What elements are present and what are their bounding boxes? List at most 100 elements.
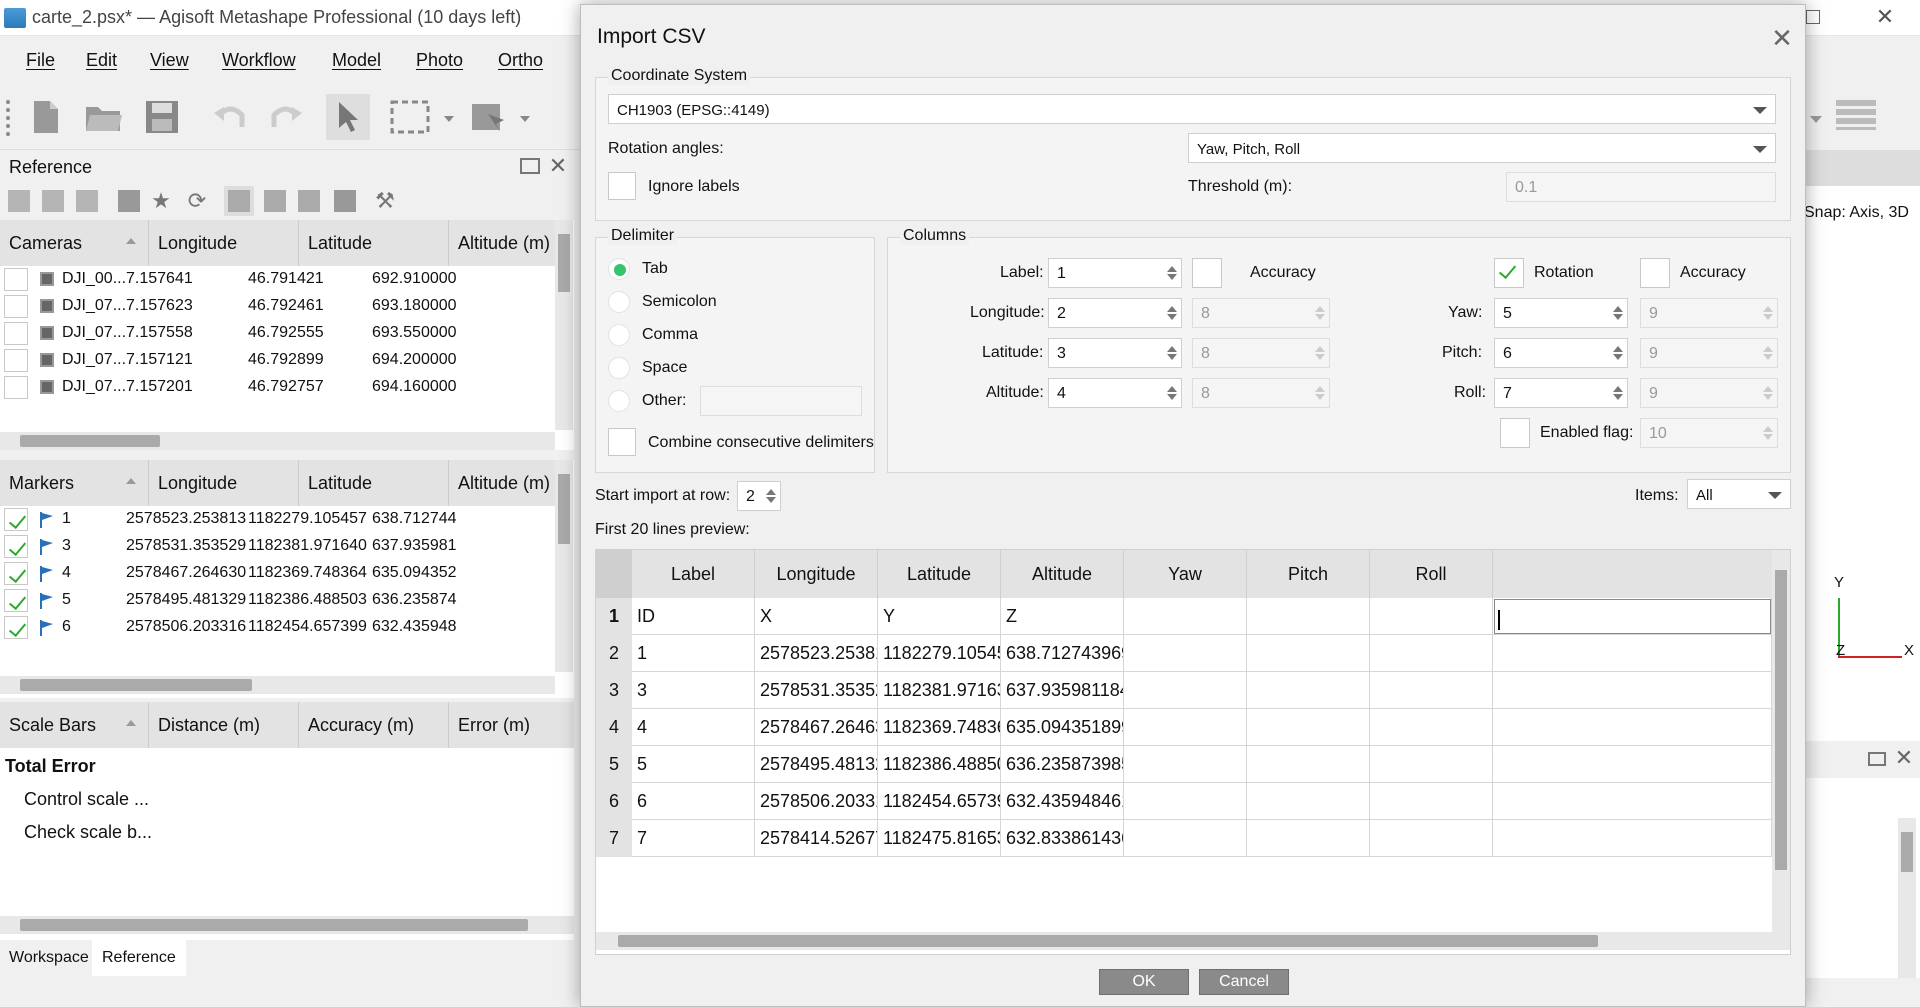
- start-row-spinbox[interactable]: 2: [737, 481, 781, 511]
- rotation-checkbox[interactable]: [1494, 258, 1524, 288]
- check-scale-item[interactable]: Check scale b...: [24, 822, 152, 843]
- sort-ascending-icon[interactable]: [126, 720, 136, 726]
- camera-enable-checkbox[interactable]: [4, 376, 28, 399]
- preview-row-number[interactable]: 6: [596, 783, 632, 820]
- save-icon[interactable]: [140, 94, 184, 140]
- camera-enable-checkbox[interactable]: [4, 268, 28, 291]
- redo-icon[interactable]: [264, 94, 308, 140]
- coordinate-system-select[interactable]: CH1903 (EPSG::4149): [608, 94, 1776, 124]
- undock-panel-icon[interactable]: [520, 158, 540, 174]
- sort-ascending-icon[interactable]: [126, 238, 136, 244]
- close-window-icon[interactable]: ✕: [1870, 2, 1900, 32]
- menu-photo[interactable]: Photo: [416, 50, 463, 71]
- preview-row-number[interactable]: 5: [596, 746, 632, 783]
- markers-hscroll[interactable]: [0, 676, 555, 694]
- marker-row[interactable]: 1 2578523.253813 1182279.105457 638.712744: [0, 506, 555, 533]
- preview-column-header[interactable]: Altitude: [1001, 550, 1124, 598]
- latitude-column-spinbox[interactable]: 3: [1048, 338, 1182, 368]
- cameras-vscroll[interactable]: [555, 220, 573, 430]
- navigation-hand-icon[interactable]: [468, 94, 512, 140]
- preview-row-number[interactable]: 1: [596, 598, 632, 635]
- marker-enable-checkbox[interactable]: [4, 508, 28, 531]
- menu-view[interactable]: View: [150, 50, 189, 71]
- marker-enable-checkbox[interactable]: [4, 589, 28, 612]
- preview-column-header[interactable]: Label: [632, 550, 755, 598]
- rotation-angles-select[interactable]: Yaw, Pitch, Roll: [1188, 133, 1776, 163]
- preview-column-header[interactable]: Pitch: [1247, 550, 1370, 598]
- col-altitude[interactable]: Altitude (m): [458, 233, 550, 254]
- camera-row[interactable]: DJI_07... 7.157558 46.792555 693.550000: [0, 320, 555, 347]
- camera-enable-checkbox[interactable]: [4, 349, 28, 372]
- marker-row[interactable]: 3 2578531.353529 1182381.971640 637.935981: [0, 533, 555, 560]
- roll-column-spinbox[interactable]: 7: [1494, 378, 1628, 408]
- marker-enable-checkbox[interactable]: [4, 535, 28, 558]
- col-accuracy[interactable]: Accuracy (m): [308, 715, 414, 736]
- refresh-icon[interactable]: ⟳: [186, 188, 208, 213]
- open-folder-icon[interactable]: [82, 94, 126, 140]
- view-source-icon[interactable]: [224, 186, 254, 216]
- layers-icon[interactable]: [1836, 100, 1876, 130]
- dialog-close-icon[interactable]: ✕: [1767, 23, 1797, 53]
- longitude-accuracy-spinbox[interactable]: 8: [1192, 298, 1330, 328]
- close-panel-icon[interactable]: ✕: [1892, 745, 1916, 770]
- camera-enable-checkbox[interactable]: [4, 322, 28, 345]
- menu-workflow[interactable]: Workflow: [222, 50, 296, 71]
- preview-cell-extra[interactable]: [1493, 598, 1772, 635]
- new-document-icon[interactable]: [24, 94, 68, 140]
- camera-enable-checkbox[interactable]: [4, 295, 28, 318]
- menu-edit[interactable]: Edit: [86, 50, 117, 71]
- ignore-labels-checkbox[interactable]: [608, 172, 636, 200]
- model-viewport[interactable]: Snap: Axis, 3D Y Z X: [1804, 186, 1920, 741]
- col-latitude[interactable]: Latitude: [308, 233, 372, 254]
- convert-reference-icon[interactable]: [76, 190, 98, 212]
- markers-vscroll[interactable]: [555, 460, 573, 672]
- delimiter-semicolon-radio[interactable]: [608, 291, 630, 313]
- delimiter-space-radio[interactable]: [608, 357, 630, 379]
- preview-row-number[interactable]: 2: [596, 635, 632, 672]
- roll-accuracy-spinbox[interactable]: 9: [1640, 378, 1778, 408]
- undock-panel-icon[interactable]: [1868, 752, 1886, 766]
- sort-ascending-icon[interactable]: [126, 478, 136, 484]
- col-longitude[interactable]: Longitude: [158, 473, 237, 494]
- rectangle-selection-icon[interactable]: [388, 94, 432, 140]
- marker-enable-checkbox[interactable]: [4, 562, 28, 585]
- combine-delimiters-checkbox[interactable]: [608, 428, 636, 456]
- view-estimated-icon[interactable]: [264, 190, 286, 212]
- menu-file[interactable]: File: [26, 50, 55, 71]
- enabled-flag-checkbox[interactable]: [1500, 418, 1530, 448]
- col-cameras[interactable]: Cameras: [9, 233, 82, 254]
- export-reference-icon[interactable]: [42, 190, 64, 212]
- preview-hscroll[interactable]: [596, 932, 1790, 950]
- altitude-accuracy-spinbox[interactable]: 8: [1192, 378, 1330, 408]
- marker-row[interactable]: 5 2578495.481329 1182386.488503 636.235874: [0, 587, 555, 614]
- longitude-column-spinbox[interactable]: 2: [1048, 298, 1182, 328]
- marker-enable-checkbox[interactable]: [4, 616, 28, 639]
- settings-tools-icon[interactable]: ⚒: [374, 188, 396, 213]
- preview-column-header[interactable]: Roll: [1370, 550, 1493, 598]
- col-distance[interactable]: Distance (m): [158, 715, 260, 736]
- delimiter-tab-radio[interactable]: [608, 258, 630, 280]
- preview-column-header[interactable]: Longitude: [755, 550, 878, 598]
- label-column-spinbox[interactable]: 1: [1048, 258, 1182, 288]
- col-markers[interactable]: Markers: [9, 473, 74, 494]
- camera-row[interactable]: DJI_07... 7.157623 46.792461 693.180000: [0, 293, 555, 320]
- navigation-dropdown-icon[interactable]: [520, 116, 530, 122]
- yaw-accuracy-spinbox[interactable]: 9: [1640, 298, 1778, 328]
- preview-row-number[interactable]: 4: [596, 709, 632, 746]
- col-scale-bars[interactable]: Scale Bars: [9, 715, 96, 736]
- delimiter-other-field[interactable]: [700, 386, 862, 416]
- col-error[interactable]: Error (m): [458, 715, 530, 736]
- pitch-column-spinbox[interactable]: 6: [1494, 338, 1628, 368]
- viewport-dropdown-icon[interactable]: [1810, 116, 1822, 123]
- delimiter-comma-radio[interactable]: [608, 324, 630, 346]
- rotation-accuracy-checkbox[interactable]: [1640, 258, 1670, 288]
- select-pointer-icon[interactable]: [326, 94, 370, 140]
- close-panel-icon[interactable]: ✕: [546, 153, 570, 178]
- undo-icon[interactable]: [208, 94, 252, 140]
- accuracy-checkbox[interactable]: [1192, 258, 1222, 288]
- star-icon[interactable]: ★: [150, 188, 172, 213]
- latitude-accuracy-spinbox[interactable]: 8: [1192, 338, 1330, 368]
- enabled-flag-spinbox[interactable]: 10: [1640, 418, 1778, 448]
- cameras-hscroll[interactable]: [0, 432, 555, 450]
- camera-row[interactable]: DJI_07... 7.157201 46.792757 694.160000: [0, 374, 555, 401]
